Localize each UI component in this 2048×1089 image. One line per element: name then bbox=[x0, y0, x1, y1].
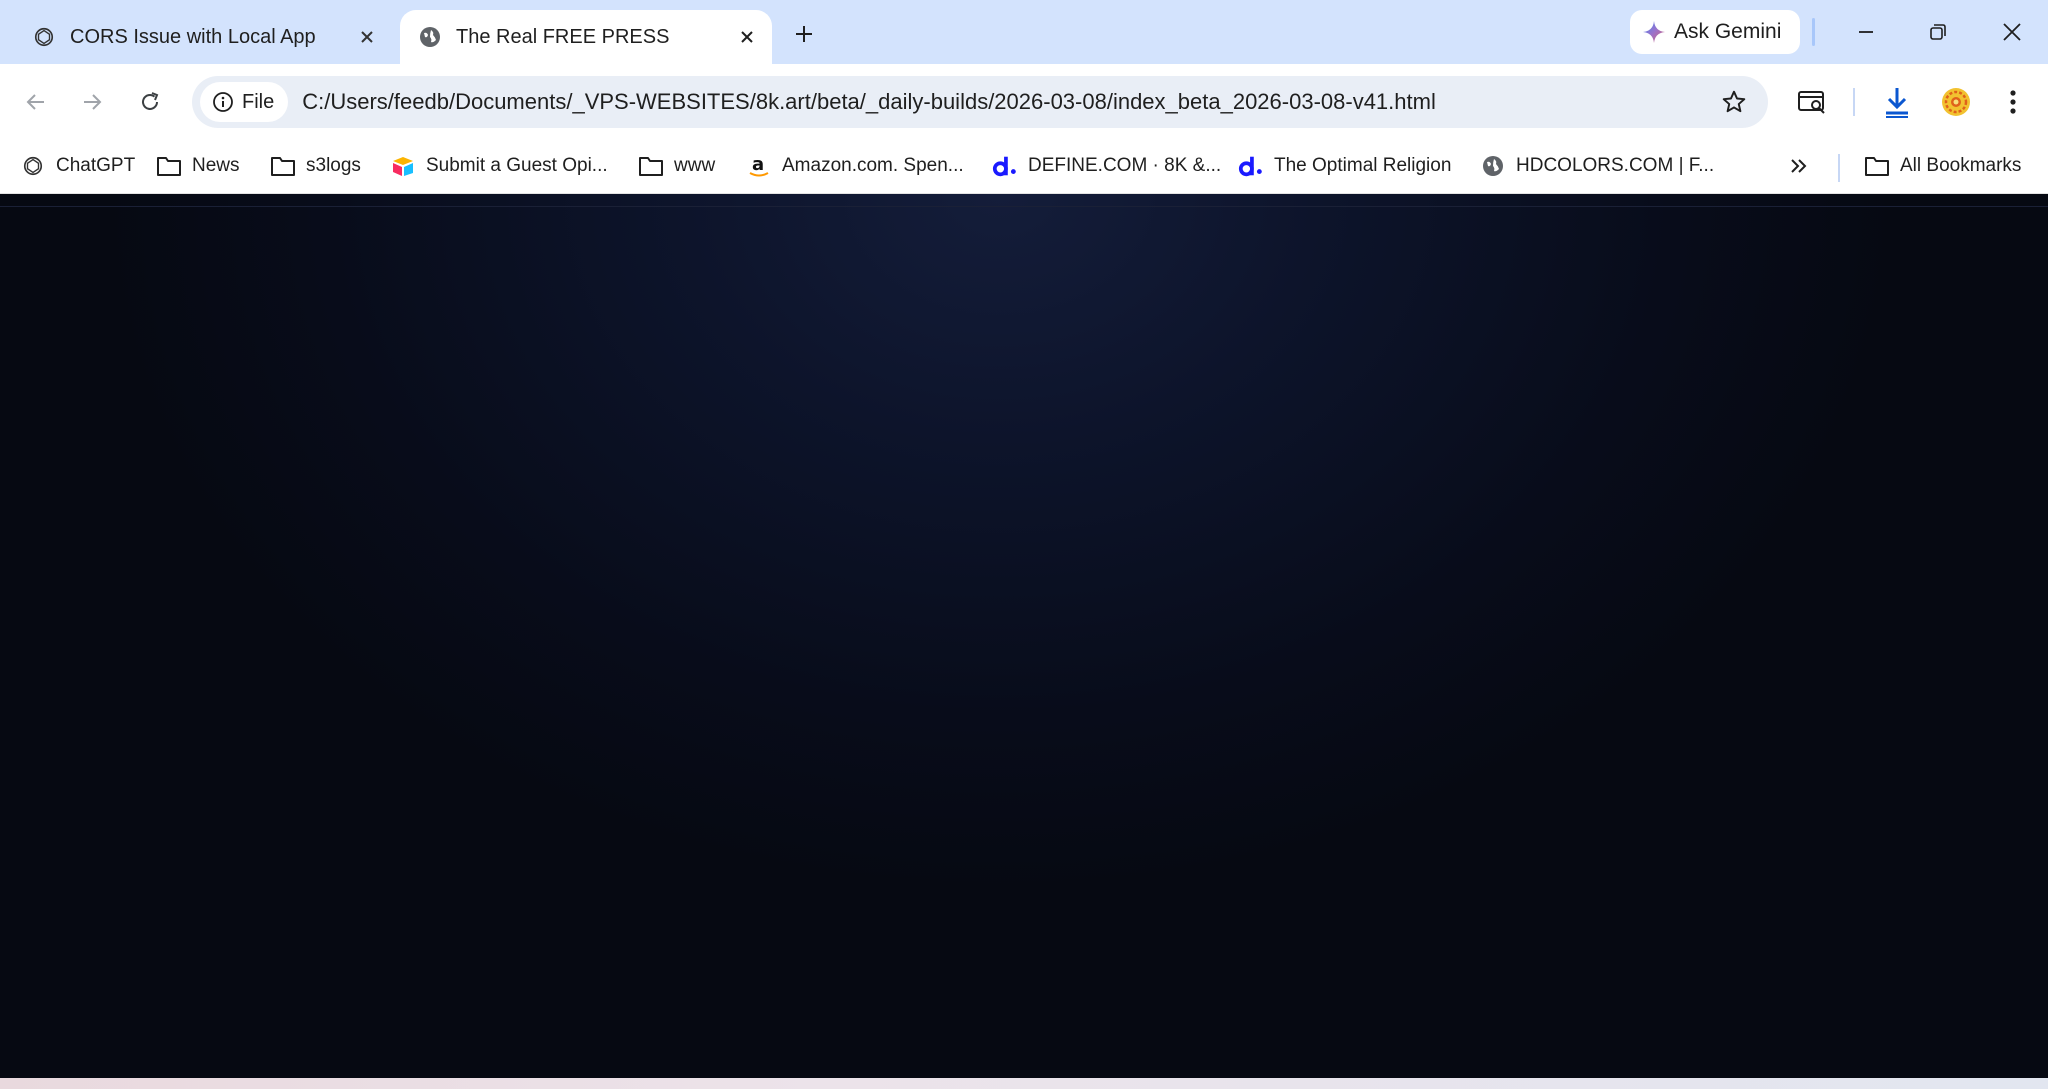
bookmark-label: News bbox=[192, 155, 240, 176]
close-window-button[interactable] bbox=[1984, 12, 2040, 52]
bookmark-optimal-religion[interactable]: The Optimal Religion bbox=[1238, 148, 1451, 184]
divider bbox=[0, 206, 2048, 207]
close-tab-icon[interactable] bbox=[732, 22, 762, 52]
globe-icon bbox=[1480, 153, 1506, 179]
ask-gemini-label: Ask Gemini bbox=[1674, 20, 1782, 43]
bookmarks-overflow-button[interactable] bbox=[1788, 148, 1810, 184]
address-bar[interactable]: File C:/Users/feedb/Documents/_VPS-WEBSI… bbox=[192, 76, 1768, 128]
arrow-right-icon bbox=[84, 94, 102, 110]
bookmark-star-button[interactable] bbox=[1718, 86, 1750, 118]
divider bbox=[1838, 154, 1840, 182]
download-icon bbox=[1886, 88, 1908, 118]
tab-search-button[interactable] bbox=[1792, 82, 1832, 122]
reload-icon bbox=[142, 92, 159, 110]
site-info-chip[interactable]: File bbox=[200, 82, 289, 122]
bookmark-label: DEFINE.COM · 8K &... bbox=[1028, 155, 1222, 176]
ask-gemini-button[interactable]: Ask Gemini bbox=[1630, 10, 1800, 54]
chatgpt-icon bbox=[20, 153, 46, 179]
restore-icon bbox=[1930, 24, 1946, 40]
globe-icon bbox=[418, 25, 442, 49]
bookmark-amazon[interactable]: a Amazon.com. Spen... bbox=[746, 148, 964, 184]
airtable-icon bbox=[390, 153, 416, 179]
all-bookmarks-label: All Bookmarks bbox=[1900, 155, 2022, 176]
svg-text:a: a bbox=[752, 154, 764, 175]
toolbar: File C:/Users/feedb/Documents/_VPS-WEBSI… bbox=[0, 64, 2048, 140]
chatgpt-icon bbox=[32, 25, 56, 49]
kebab-menu-icon bbox=[2010, 90, 2016, 114]
reload-button[interactable] bbox=[130, 82, 170, 122]
folder-icon bbox=[1864, 153, 1890, 179]
tab-real-free-press[interactable]: The Real FREE PRESS bbox=[400, 10, 772, 64]
url-text[interactable]: C:/Users/feedb/Documents/_VPS-WEBSITES/8… bbox=[302, 89, 1436, 115]
tab-cors-issue[interactable]: CORS Issue with Local App bbox=[14, 10, 392, 64]
bookmark-label: ChatGPT bbox=[56, 155, 136, 176]
info-icon bbox=[213, 92, 233, 112]
browser-window: CORS Issue with Local App The Real FREE … bbox=[0, 0, 2048, 1089]
plus-icon bbox=[796, 26, 812, 42]
bookmark-label: s3logs bbox=[306, 155, 361, 176]
scheme-label: File bbox=[242, 90, 275, 113]
bookmark-folder-www[interactable]: www bbox=[638, 148, 715, 184]
tab-title: CORS Issue with Local App bbox=[70, 25, 316, 48]
bookmark-label: Amazon.com. Spen... bbox=[782, 155, 964, 176]
tab-title: The Real FREE PRESS bbox=[456, 25, 670, 48]
amazon-icon: a bbox=[746, 153, 772, 179]
folder-icon bbox=[270, 153, 296, 179]
new-tab-button[interactable] bbox=[786, 16, 822, 52]
folder-icon bbox=[638, 153, 664, 179]
bookmark-folder-news[interactable]: News bbox=[156, 148, 240, 184]
bookmark-define-com[interactable]: DEFINE.COM · 8K &... bbox=[992, 148, 1221, 184]
avatar-icon bbox=[1942, 88, 1970, 116]
bookmark-label: The Optimal Religion bbox=[1274, 155, 1452, 176]
menu-button[interactable] bbox=[1993, 82, 2033, 122]
arrow-left-icon bbox=[26, 94, 44, 110]
bookmark-label: HDCOLORS.COM | F... bbox=[1516, 155, 1715, 176]
bookmarks-bar: ChatGPT News s3logs Submit a Guest Opi..… bbox=[0, 140, 2048, 194]
taskbar-edge bbox=[0, 1078, 2048, 1089]
bookmark-hdcolors[interactable]: HDCOLORS.COM | F... bbox=[1480, 148, 1714, 184]
page-viewport bbox=[0, 194, 2048, 1078]
tab-search-icon bbox=[1798, 91, 1825, 114]
close-icon bbox=[2003, 23, 2021, 41]
bookmark-folder-s3logs[interactable]: s3logs bbox=[270, 148, 361, 184]
define-d-icon bbox=[1238, 153, 1264, 179]
back-button[interactable] bbox=[16, 82, 56, 122]
minimize-button[interactable] bbox=[1838, 12, 1894, 52]
divider bbox=[1853, 88, 1855, 116]
bookmark-label: Submit a Guest Opi... bbox=[426, 155, 608, 176]
restore-button[interactable] bbox=[1910, 12, 1966, 52]
forward-button[interactable] bbox=[72, 82, 112, 122]
folder-icon bbox=[156, 153, 182, 179]
all-bookmarks-button[interactable]: All Bookmarks bbox=[1864, 148, 2021, 184]
bookmark-chatgpt[interactable]: ChatGPT bbox=[20, 148, 135, 184]
close-tab-icon[interactable] bbox=[352, 22, 382, 52]
double-chevron-right-icon bbox=[1791, 159, 1807, 173]
bookmark-label: www bbox=[674, 155, 716, 176]
divider bbox=[1812, 18, 1815, 46]
bookmark-submit-guest-op[interactable]: Submit a Guest Opi... bbox=[390, 148, 608, 184]
tab-strip: CORS Issue with Local App The Real FREE … bbox=[0, 0, 2048, 64]
gemini-sparkle-icon bbox=[1642, 20, 1666, 44]
define-d-icon bbox=[992, 153, 1018, 179]
profile-avatar-button[interactable] bbox=[1936, 82, 1976, 122]
minimize-icon bbox=[1859, 31, 1873, 33]
downloads-button[interactable] bbox=[1877, 82, 1917, 122]
star-icon bbox=[1722, 90, 1746, 113]
